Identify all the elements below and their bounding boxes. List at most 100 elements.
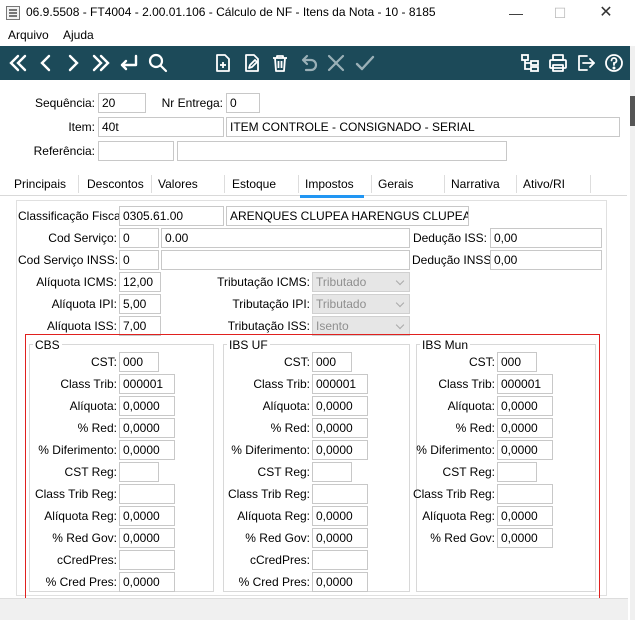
tax-row-field[interactable]: 0,0000 (119, 528, 175, 548)
print-icon[interactable] (545, 49, 571, 77)
tax-row-field[interactable] (312, 550, 368, 570)
close-button[interactable]: ✕ (584, 2, 628, 24)
scrollbar-thumb[interactable] (630, 96, 635, 126)
tributacao-ipi-select[interactable]: Tributado (312, 294, 410, 314)
tax-row-field[interactable]: 0,0000 (312, 396, 368, 416)
tax-row-field[interactable]: 0,0000 (497, 418, 553, 438)
tax-row-field[interactable]: 000 (312, 352, 352, 372)
tributacao-ipi-label: Tributação IPI: (232, 297, 310, 311)
tax-row-label: % Diferimento: (38, 443, 117, 457)
deducao-inss-field[interactable]: 0,00 (490, 250, 602, 270)
previous-record-icon[interactable] (33, 49, 59, 77)
tax-row-label: % Cred Pres: (45, 575, 117, 589)
item-description-field[interactable]: ITEM CONTROLE - CONSIGNADO - SERIAL (226, 117, 620, 137)
tab-descontos[interactable]: Descontos (87, 177, 144, 191)
minimize-button[interactable]: — (494, 2, 538, 24)
sequencia-field[interactable]: 20 (98, 93, 146, 113)
tax-row-field[interactable]: 0,0000 (119, 396, 175, 416)
tax-row-field[interactable]: 000 (119, 352, 159, 372)
tax-row-field[interactable]: 000001 (312, 374, 368, 394)
tax-row-field[interactable]: 0,0000 (119, 440, 175, 460)
tributacao-icms-label: Tributação ICMS: (217, 275, 310, 289)
last-record-icon[interactable] (88, 49, 114, 77)
tax-row-field[interactable]: 0,0000 (312, 506, 368, 526)
tax-row-field[interactable]: 0,0000 (497, 528, 553, 548)
next-record-icon[interactable] (60, 49, 86, 77)
delete-icon[interactable] (267, 49, 293, 77)
deducao-iss-label: Dedução ISS: (412, 231, 487, 245)
help-icon[interactable] (601, 49, 627, 77)
tax-row-label: Alíquota Reg: (44, 509, 117, 523)
menu-arquivo[interactable]: Arquivo (8, 28, 49, 42)
tax-row-field[interactable] (312, 462, 352, 482)
nr-entrega-label: Nr Entrega: (161, 96, 223, 110)
tax-row-field[interactable]: 0,0000 (497, 440, 553, 460)
aliquota-iss-label: Alíquota ISS: (46, 319, 117, 333)
search-icon[interactable] (145, 49, 171, 77)
tab-ativo-ri[interactable]: Ativo/RI (523, 177, 565, 191)
tab-impostos[interactable]: Impostos (300, 177, 364, 198)
tab-gerais[interactable]: Gerais (378, 177, 413, 191)
tax-row-field[interactable]: 0,0000 (497, 506, 553, 526)
exit-icon[interactable] (573, 49, 599, 77)
status-bar (0, 598, 628, 620)
aliquota-ipi-field[interactable]: 5,00 (119, 294, 161, 314)
tax-row-field[interactable]: 0,0000 (312, 418, 368, 438)
tax-row-field[interactable]: 000 (497, 352, 537, 372)
tax-row-label: % Red: (77, 421, 117, 435)
tax-row-field[interactable]: 0,0000 (497, 396, 553, 416)
tax-row-field[interactable]: 0,0000 (119, 572, 175, 592)
tax-row-label: % Red: (270, 421, 310, 435)
tax-row-field[interactable] (119, 462, 159, 482)
return-icon[interactable] (116, 49, 142, 77)
cod-servico-inss-value-field[interactable] (161, 250, 410, 270)
tax-row-field[interactable]: 0,0000 (119, 506, 175, 526)
tab-valores[interactable]: Valores (158, 177, 198, 191)
tributacao-icms-select[interactable]: Tributado (312, 272, 410, 292)
tax-row-field[interactable] (497, 484, 553, 504)
tax-row-field[interactable]: 000001 (119, 374, 175, 394)
classificacao-fiscal-code-field[interactable]: 0305.61.00 (119, 206, 224, 226)
tab-estoque[interactable]: Estoque (232, 177, 276, 191)
confirm-icon[interactable] (352, 49, 378, 77)
tax-row-field[interactable] (119, 550, 175, 570)
tax-row-field[interactable]: 000001 (497, 374, 553, 394)
referencia-code-field[interactable] (98, 141, 174, 161)
tab-principais[interactable]: Principais (14, 177, 66, 191)
window-frame-bottom (0, 620, 635, 629)
tax-row-field[interactable] (312, 484, 368, 504)
app-icon (6, 6, 20, 20)
item-code-field[interactable]: 40t (98, 117, 224, 137)
tax-row-field[interactable]: 0,0000 (312, 528, 368, 548)
tree-structure-icon[interactable] (517, 49, 543, 77)
nr-entrega-field[interactable]: 0 (226, 93, 260, 113)
vertical-scrollbar[interactable] (630, 46, 635, 629)
tributacao-iss-select[interactable]: Isento (312, 316, 410, 336)
tax-row-field[interactable] (119, 484, 175, 504)
tab-divider (371, 175, 372, 193)
aliquota-icms-field[interactable]: 12,00 (119, 272, 161, 292)
group-title: IBS UF (227, 338, 270, 352)
edit-document-icon[interactable] (239, 49, 265, 77)
aliquota-iss-field[interactable]: 7,00 (119, 316, 161, 336)
first-record-icon[interactable] (5, 49, 31, 77)
tax-row-field[interactable]: 0,0000 (312, 572, 368, 592)
menu-ajuda[interactable]: Ajuda (63, 28, 94, 42)
classificacao-fiscal-description-field[interactable]: ARENQUES CLUPEA HARENGUS CLUPEA PAL (226, 206, 469, 226)
cod-servico-code-field[interactable]: 0 (119, 228, 159, 248)
cod-servico-inss-code-field[interactable]: 0 (119, 250, 159, 270)
group-title: IBS Mun (420, 338, 471, 352)
cancel-icon[interactable] (323, 49, 349, 77)
tab-divider (444, 175, 445, 193)
cod-servico-value-field[interactable]: 0.00 (161, 228, 410, 248)
deducao-iss-field[interactable]: 0,00 (490, 228, 602, 248)
referencia-description-field[interactable] (177, 141, 507, 161)
new-document-icon[interactable] (210, 49, 236, 77)
undo-icon[interactable] (296, 49, 322, 77)
maximize-button[interactable]: ☐ (538, 2, 582, 24)
tab-narrativa[interactable]: Narrativa (451, 177, 500, 191)
tax-row-field[interactable] (497, 462, 537, 482)
menu-bar: Arquivo Ajuda (0, 26, 635, 46)
tax-row-field[interactable]: 0,0000 (119, 418, 175, 438)
tax-row-field[interactable]: 0,0000 (312, 440, 368, 460)
